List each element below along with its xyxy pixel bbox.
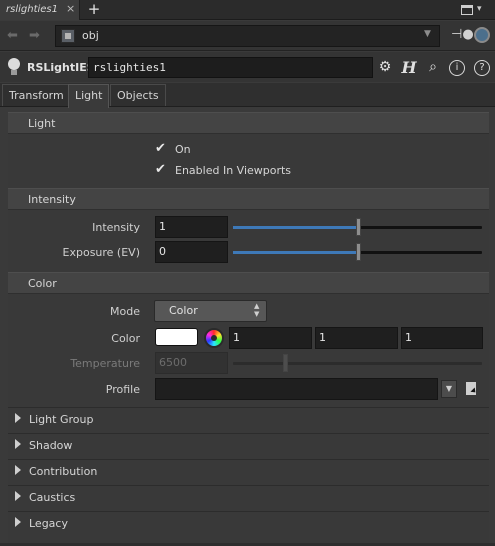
temperature-slider[interactable] (233, 354, 482, 372)
light-bulb-icon (8, 58, 20, 70)
tab-light[interactable]: Light (68, 84, 110, 108)
network-icon (61, 29, 75, 43)
mode-label: Mode (110, 305, 140, 318)
section-label: Legacy (29, 517, 68, 530)
window-menu-arrow-icon[interactable]: ▾ (477, 4, 482, 14)
profile-dropdown-icon[interactable]: ▼ (441, 380, 457, 398)
target-icon[interactable] (474, 27, 490, 43)
color-b-field[interactable]: 1 (401, 327, 483, 349)
temperature-label: Temperature (70, 357, 140, 370)
light-bulb-base (11, 70, 17, 75)
enabled-in-viewports-checkbox[interactable]: ✔ (155, 163, 168, 177)
section-title: Color (28, 277, 57, 290)
section-title: Intensity (28, 193, 76, 206)
color-r-field[interactable]: 1 (229, 327, 312, 349)
slider-handle[interactable] (356, 243, 361, 261)
section-header-intensity[interactable]: Intensity (8, 188, 489, 210)
forward-arrow-icon[interactable]: ➡ (29, 28, 40, 43)
network-path-field[interactable] (55, 25, 440, 47)
pane-tab-rslighties1[interactable]: rslighties1 × (0, 0, 80, 20)
slider-handle[interactable] (356, 218, 361, 236)
on-checkbox[interactable]: ✔ (155, 142, 168, 156)
profile-label: Profile (105, 383, 140, 396)
section-title: Light (28, 117, 56, 130)
tab-transform[interactable]: Transform (2, 84, 71, 106)
file-chooser-icon[interactable] (466, 382, 476, 395)
section-contribution[interactable]: Contribution (8, 459, 489, 484)
section-legacy[interactable]: Legacy (8, 511, 489, 536)
window-menu-icon[interactable] (461, 5, 473, 15)
slider-handle[interactable] (283, 354, 288, 372)
exposure-field[interactable]: 0 (155, 241, 228, 263)
slider-track (233, 362, 482, 365)
profile-field[interactable] (155, 378, 438, 400)
color-wheel-icon[interactable] (204, 328, 224, 348)
pane-tab-label: rslighties1 (6, 4, 58, 15)
dropdown-updown-icon: ▲ ▼ (254, 302, 260, 318)
enabled-in-viewports-label: Enabled In Viewports (175, 164, 292, 177)
section-label: Caustics (29, 491, 76, 504)
intensity-slider[interactable] (233, 218, 482, 236)
temperature-field[interactable]: 6500 (155, 352, 228, 374)
section-label: Contribution (29, 465, 98, 478)
intensity-field[interactable]: 1 (155, 216, 228, 238)
expand-triangle-icon (15, 491, 21, 501)
section-shadow[interactable]: Shadow (8, 433, 489, 458)
path-dropdown-icon[interactable]: ▼ (424, 29, 431, 39)
color-label: Color (111, 332, 140, 345)
color-g-field[interactable]: 1 (315, 327, 398, 349)
on-label: On (175, 143, 191, 156)
slider-fill (233, 226, 358, 229)
section-label: Shadow (29, 439, 73, 452)
add-tab-icon[interactable]: + (86, 0, 102, 20)
houdini-h-icon[interactable]: H (399, 58, 419, 78)
section-header-light[interactable]: Light (8, 112, 489, 134)
mode-dropdown[interactable]: Color (154, 300, 267, 322)
help-icon[interactable]: ? (474, 60, 490, 76)
expand-triangle-icon (15, 465, 21, 475)
search-icon[interactable]: ⌕ (423, 58, 443, 78)
gear-icon[interactable]: ⚙ (375, 58, 395, 78)
slider-fill (233, 251, 358, 254)
section-label: Light Group (29, 413, 94, 426)
color-swatch[interactable] (155, 328, 198, 346)
node-name-field[interactable]: rslighties1 (88, 57, 373, 78)
info-icon[interactable]: i (449, 60, 465, 76)
intensity-label: Intensity (92, 221, 140, 234)
expand-triangle-icon (15, 517, 21, 527)
close-tab-icon[interactable]: × (66, 2, 75, 15)
network-path-value: obj (82, 29, 99, 42)
back-arrow-icon[interactable]: ⬅ (7, 28, 18, 43)
pin-icon[interactable]: ⊣● (451, 27, 474, 42)
expand-triangle-icon (15, 413, 21, 423)
section-light-group[interactable]: Light Group (8, 407, 489, 432)
expand-triangle-icon (15, 439, 21, 449)
tab-objects[interactable]: Objects (110, 84, 166, 106)
section-caustics[interactable]: Caustics (8, 485, 489, 510)
section-header-color[interactable]: Color (8, 272, 489, 294)
exposure-slider[interactable] (233, 243, 482, 261)
node-type-label: RSLightIES (27, 61, 95, 74)
exposure-label: Exposure (EV) (62, 246, 140, 259)
